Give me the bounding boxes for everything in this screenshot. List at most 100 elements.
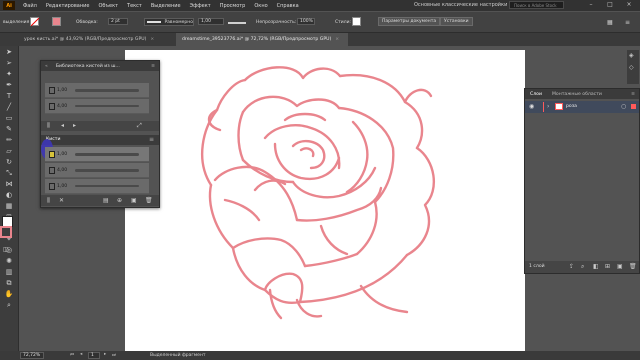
artboard-tool-icon[interactable]: ⧉ [4, 279, 14, 288]
pen-tool-icon[interactable]: ✒ [4, 81, 14, 90]
brush-size-label: 1,00 [57, 87, 68, 93]
expand-arrow-icon[interactable]: › [547, 103, 549, 110]
prev-artboard-icon[interactable]: ◂ [80, 352, 82, 357]
perspective-grid-icon[interactable]: ▦ [4, 202, 14, 211]
options-icon[interactable]: ▤ [103, 197, 109, 204]
opacity-field[interactable]: 100% [297, 18, 315, 25]
options-icon[interactable]: ⤢ [137, 122, 142, 130]
stroke-color-icon[interactable] [0, 226, 12, 238]
brush-row[interactable]: 1,00 [45, 179, 149, 194]
direct-selection-tool-icon[interactable]: ➢ [4, 59, 14, 68]
next-artboard-icon[interactable]: ▸ [104, 352, 106, 357]
close-window-icon[interactable]: × [622, 1, 636, 10]
panel-menu-icon[interactable]: ≡ [151, 64, 155, 69]
menu-object[interactable]: Объект [98, 3, 118, 9]
delete-icon[interactable]: 🗑 [629, 263, 637, 270]
artboard[interactable] [125, 50, 525, 352]
menu-type[interactable]: Текст [127, 3, 142, 9]
stroke-profile-dropdown[interactable]: Равномерно [144, 18, 194, 26]
close-icon[interactable]: × [150, 37, 154, 42]
zoom-tool-icon[interactable]: ⌕ [4, 301, 14, 310]
artboard-number-field[interactable]: 1 [88, 352, 100, 359]
brush-row[interactable]: 4,00 [45, 99, 149, 114]
clip-icon[interactable]: ◧ [593, 263, 599, 270]
brush-size-field[interactable]: 1,00 [198, 18, 224, 25]
panel-menu-icon[interactable]: ≡ [625, 18, 630, 26]
rose-drawing[interactable] [125, 50, 525, 352]
brush-row[interactable]: 1,00 [45, 147, 149, 162]
export-icon[interactable]: ⇪ [569, 263, 574, 270]
menu-edit[interactable]: Редактирование [46, 3, 90, 9]
collapse-icon[interactable]: « [45, 64, 48, 69]
menu-help[interactable]: Справка [277, 3, 299, 9]
new-icon[interactable]: ▣ [131, 197, 137, 204]
menu-select[interactable]: Выделение [151, 3, 181, 9]
new-brush-icon[interactable]: ⊕ [117, 197, 122, 204]
close-icon[interactable]: × [335, 37, 339, 42]
visibility-eye-icon[interactable]: ◉ [529, 103, 534, 110]
brush-stroke-preview[interactable] [228, 22, 246, 24]
type-tool-icon[interactable]: T [4, 92, 14, 101]
preferences-button[interactable]: Установки [440, 17, 473, 26]
next-library-icon[interactable]: ▸ [73, 122, 76, 129]
workspace-switcher[interactable]: Основные классические настройки [414, 2, 507, 8]
line-tool-icon[interactable]: ╱ [4, 103, 14, 112]
minimize-icon[interactable]: – [584, 1, 598, 10]
symbol-sprayer-icon[interactable]: ✺ [4, 257, 14, 266]
brush-row[interactable]: 1,00 [45, 83, 149, 98]
stroke-swatch-icon[interactable] [52, 17, 61, 26]
menu-view[interactable]: Просмотр [220, 3, 246, 9]
current-tool-label: Выделенный фрагмент [150, 353, 206, 358]
selection-indicator[interactable] [631, 104, 636, 109]
style-swatch-icon[interactable] [352, 17, 361, 26]
brush-libraries-icon[interactable]: ⫼ [47, 197, 50, 205]
panel-menu-icon[interactable]: ≡ [149, 136, 154, 143]
graph-tool-icon[interactable]: ▥ [4, 268, 14, 277]
target-circle-icon[interactable]: ○ [621, 103, 626, 110]
stock-search-input[interactable]: Поиск в Adobe Stock [509, 1, 564, 9]
brush-row[interactable]: 4,00 [45, 163, 149, 178]
menu-window[interactable]: Окно [254, 3, 267, 9]
tab-document-2[interactable]: dreamstime_39523776.ai* @ 72,72% (RGB/Пр… [176, 33, 348, 46]
document-tabs: урок кисть.ai* @ 43,92% (RGB/Предпросмот… [0, 33, 640, 46]
search-icon[interactable]: ⌕ [581, 263, 584, 271]
document-setup-button[interactable]: Параметры документа [378, 17, 441, 26]
last-artboard-icon[interactable]: ⏭ [112, 352, 116, 358]
drawing-mode-icon[interactable]: ◫ [3, 246, 9, 253]
eraser-tool-icon[interactable]: ▱ [4, 147, 14, 156]
menu-file[interactable]: Файл [23, 3, 37, 9]
shape-builder-icon[interactable]: ◐ [4, 191, 14, 200]
brush-type-icon [49, 183, 55, 190]
panel-menu-icon[interactable]: ≡ [631, 92, 635, 97]
rectangle-tool-icon[interactable]: ▭ [4, 114, 14, 123]
menu-effect[interactable]: Эффект [190, 3, 211, 9]
paintbrush-tool-icon[interactable]: ✎ [4, 125, 14, 134]
magic-wand-icon[interactable]: ✦ [4, 70, 14, 79]
new-layer-icon[interactable]: ▣ [617, 263, 623, 270]
scale-tool-icon[interactable]: ⤡ [4, 169, 14, 178]
pencil-tool-icon[interactable]: ✏ [4, 136, 14, 145]
stroke-weight-field[interactable]: 2 pt [108, 18, 128, 25]
sublayer-icon[interactable]: ⊞ [605, 263, 610, 270]
tab-document-1[interactable]: урок кисть.ai* @ 43,92% (RGB/Предпросмот… [18, 33, 176, 46]
tab-artboards[interactable]: Монтажные области [552, 92, 602, 97]
layer-name[interactable]: роза [566, 104, 577, 109]
brush-stroke-preview [75, 185, 139, 187]
layer-row[interactable]: ◉ › роза ○ [525, 101, 639, 113]
prev-library-icon[interactable]: ◂ [61, 122, 64, 129]
remove-stroke-icon[interactable]: ✕ [59, 197, 64, 204]
selection-tool-icon[interactable]: ➤ [4, 48, 14, 57]
fill-swatch-icon[interactable] [30, 17, 39, 26]
panel-dock-icon[interactable]: ◈ [629, 52, 634, 59]
delete-icon[interactable]: 🗑 [145, 197, 153, 204]
arrange-icon[interactable]: ▦ [607, 18, 613, 26]
width-tool-icon[interactable]: ⋈ [4, 180, 14, 189]
hand-tool-icon[interactable]: ✋ [4, 290, 14, 299]
maximize-icon[interactable]: □ [603, 1, 617, 10]
zoom-field[interactable]: 72,72% [20, 352, 44, 359]
panel-dock-icon[interactable]: ◇ [629, 64, 634, 71]
tab-layers[interactable]: Слои [530, 92, 542, 97]
first-artboard-icon[interactable]: ⏮ [70, 352, 74, 358]
library-icon[interactable]: ⫼ [47, 122, 50, 130]
rotate-tool-icon[interactable]: ↻ [4, 158, 14, 167]
